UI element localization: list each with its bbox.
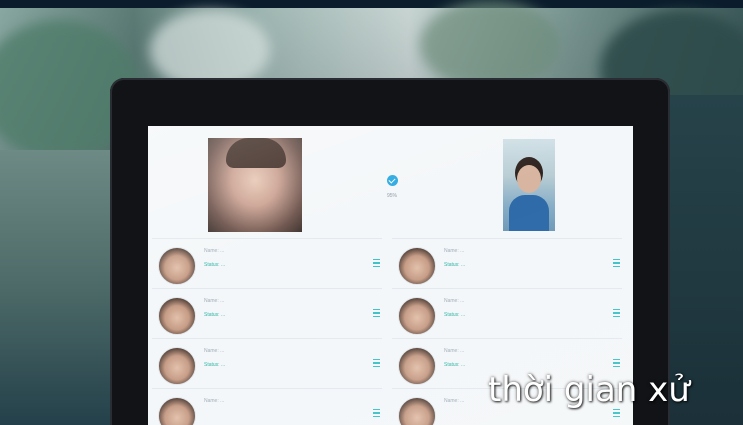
left-entry-list: Name: ... Status: ... Name: ... Status: … — [152, 238, 382, 425]
menu-icon[interactable] — [373, 309, 380, 317]
reference-face-photo — [503, 139, 555, 231]
entry-title: Name: ... — [204, 298, 225, 304]
avatar — [158, 297, 196, 335]
menu-icon[interactable] — [373, 409, 380, 417]
menu-icon[interactable] — [613, 309, 620, 317]
entry-title: Name: ... — [444, 398, 465, 404]
entry-status: Status: ... — [444, 362, 466, 368]
avatar — [158, 247, 196, 285]
entry-status: Status: ... — [204, 312, 226, 318]
menu-icon[interactable] — [373, 359, 380, 367]
menu-icon[interactable] — [613, 409, 620, 417]
list-item[interactable]: Name: ... Status: ... — [152, 238, 382, 288]
avatar — [398, 347, 436, 385]
list-item[interactable]: Name: ... Status: ... — [152, 338, 382, 388]
avatar — [398, 397, 436, 425]
match-indicator: 95% — [378, 173, 406, 199]
entry-status: Status: ... — [204, 362, 226, 368]
subtitle-caption: thời gian xử — [488, 370, 690, 410]
entry-title: Name: ... — [444, 348, 465, 354]
entry-status: Status: ... — [444, 312, 466, 318]
check-icon — [386, 175, 398, 186]
list-item[interactable]: Name: ... Status: ... — [392, 238, 622, 288]
list-item[interactable]: Name: ... Status: ... — [392, 288, 622, 338]
avatar — [398, 297, 436, 335]
video-frame: 95% Name: ... Status: ... Name: ... Stat… — [0, 0, 743, 425]
avatar — [158, 347, 196, 385]
avatar — [398, 247, 436, 285]
captured-face-photo — [208, 138, 302, 232]
background-left-wall — [0, 150, 112, 425]
menu-icon[interactable] — [613, 259, 620, 267]
menu-icon[interactable] — [373, 259, 380, 267]
avatar — [158, 397, 196, 425]
entry-title: Name: ... — [204, 398, 225, 404]
background-trees — [420, 0, 560, 90]
match-score: 95% — [386, 193, 397, 199]
top-bar — [0, 0, 743, 8]
entry-status: Status: ... — [444, 262, 466, 268]
entry-title: Name: ... — [444, 298, 465, 304]
entry-status: Status: ... — [204, 262, 226, 268]
entry-title: Name: ... — [444, 248, 465, 254]
list-item[interactable]: Name: ... — [152, 388, 382, 425]
list-item[interactable]: Name: ... Status: ... — [152, 288, 382, 338]
entry-title: Name: ... — [204, 348, 225, 354]
menu-icon[interactable] — [613, 359, 620, 367]
entry-title: Name: ... — [204, 248, 225, 254]
